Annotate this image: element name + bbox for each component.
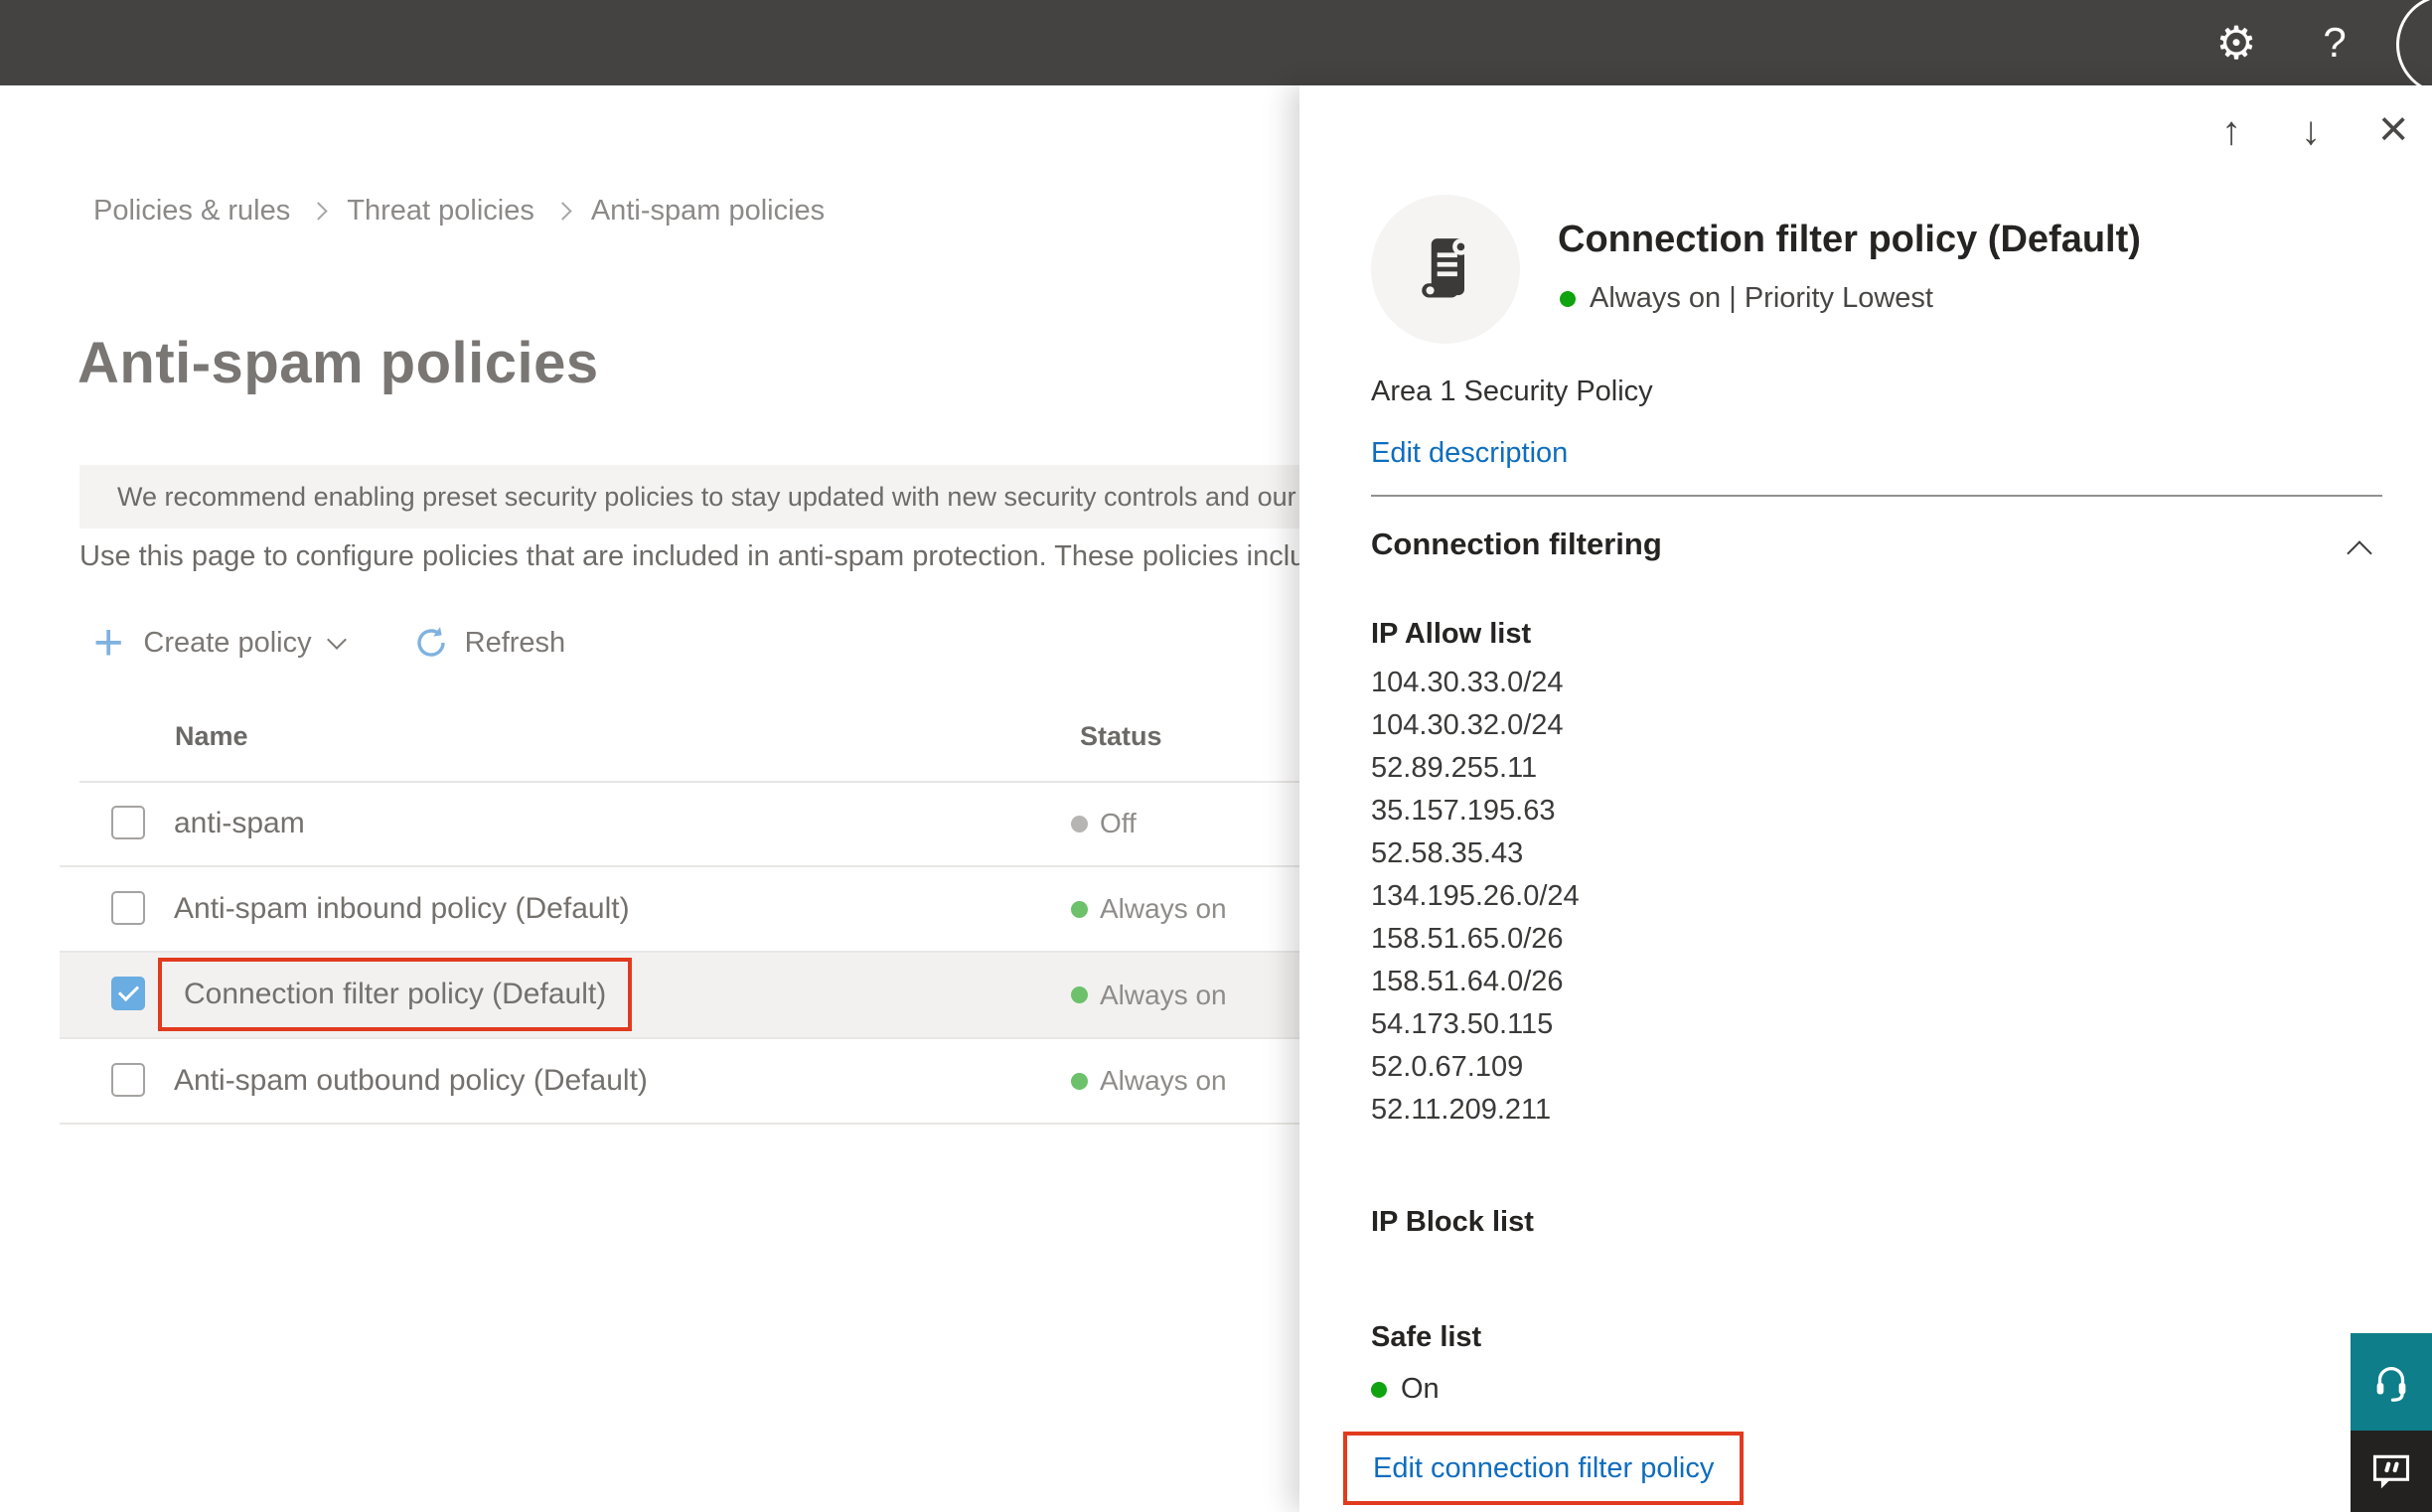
edit-description-link[interactable]: Edit description [1371, 437, 1568, 470]
table-row[interactable]: anti-spam Off [60, 782, 1299, 867]
ip-entry: 104.30.33.0/24 [1371, 667, 1564, 698]
ip-entry: 52.11.209.211 [1371, 1094, 1552, 1126]
chevron-right-icon [553, 202, 572, 221]
top-bar: ⚙ ? M [0, 0, 2432, 95]
policy-name[interactable]: Anti-spam outbound policy (Default) [174, 1039, 648, 1123]
help-icon[interactable]: ? [2305, 0, 2364, 85]
ip-block-list-heading: IP Block list [1371, 1206, 1534, 1238]
panel-status-line: Always on | Priority Lowest [1560, 282, 1933, 315]
ip-entry: 35.157.195.63 [1371, 795, 1556, 827]
refresh-button[interactable]: Refresh [344, 625, 565, 661]
feedback-button[interactable] [2351, 1431, 2432, 1512]
status-dot-on [1071, 900, 1088, 918]
settings-gear-icon[interactable]: ⚙ [2204, 0, 2269, 85]
connection-filtering-section-header[interactable]: Connection filtering [1371, 527, 1662, 562]
panel-title: Connection filter policy (Default) [1558, 219, 2141, 260]
safe-list-heading: Safe list [1371, 1321, 1482, 1353]
plus-icon: + [93, 614, 124, 672]
page-description: Use this page to configure policies that… [79, 540, 1299, 572]
row-checkbox[interactable] [111, 891, 145, 925]
ip-entry: 104.30.32.0/24 [1371, 709, 1564, 741]
ip-entry: 54.173.50.115 [1371, 1008, 1554, 1040]
ip-entry: 52.58.35.43 [1371, 837, 1524, 869]
table-row[interactable]: Anti-spam outbound policy (Default) Alwa… [60, 1039, 1299, 1125]
status-cell: Always on [1071, 953, 1227, 1037]
breadcrumb-policies-rules[interactable]: Policies & rules [93, 195, 290, 227]
status-dot-off [1071, 815, 1088, 832]
list-toolbar: + Create policy Refresh [93, 614, 565, 672]
status-dot-on [1071, 1072, 1088, 1090]
ip-entry: 134.195.26.0/24 [1371, 880, 1580, 912]
ip-entry: 52.0.67.109 [1371, 1051, 1524, 1083]
create-policy-button[interactable]: + Create policy [93, 614, 347, 672]
table-row[interactable]: Anti-spam inbound policy (Default) Alway… [60, 867, 1299, 953]
recommendation-banner: We recommend enabling preset security po… [79, 465, 1299, 529]
policy-name[interactable]: anti-spam [174, 782, 305, 865]
breadcrumb-threat-policies[interactable]: Threat policies [347, 195, 534, 227]
previous-item-arrow-icon[interactable]: ↑ [2221, 111, 2241, 151]
row-checkbox[interactable] [111, 806, 145, 839]
ip-entry: 158.51.64.0/26 [1371, 966, 1564, 997]
policy-details-flyout: ↑ ↓ × Connection filter policy (Default)… [1299, 85, 2432, 1512]
edit-connection-filter-policy-link[interactable]: Edit connection filter policy [1373, 1452, 1714, 1485]
panel-description: Area 1 Security Policy [1371, 376, 1653, 407]
safe-list-status: On [1371, 1373, 1440, 1406]
status-cell: Always on [1071, 867, 1227, 951]
security-admin-center-screen: ⚙ ? M Policies & rules Threat policies A… [0, 0, 2432, 1512]
next-item-arrow-icon[interactable]: ↓ [2301, 111, 2321, 151]
breadcrumb: Policies & rules Threat policies Anti-sp… [93, 195, 825, 227]
breadcrumb-anti-spam-policies: Anti-spam policies [590, 195, 826, 227]
close-icon[interactable]: × [2378, 103, 2408, 155]
row-checkbox[interactable] [111, 1063, 145, 1097]
refresh-icon [416, 627, 445, 657]
feedback-bubble-icon [2372, 1454, 2410, 1489]
divider [1371, 495, 2382, 497]
ip-entry: 158.51.65.0/26 [1371, 923, 1564, 955]
policy-name[interactable]: Connection filter policy (Default) [184, 978, 606, 1011]
chevron-up-icon[interactable] [2347, 540, 2372, 566]
status-dot-on [1071, 986, 1088, 1003]
ip-allow-list-heading: IP Allow list [1371, 618, 1532, 650]
status-cell: Off [1071, 782, 1137, 865]
ip-entry: 52.89.255.11 [1371, 752, 1538, 784]
chevron-right-icon [309, 202, 328, 221]
status-cell: Always on [1071, 1039, 1227, 1123]
annotation-red-box: Connection filter policy (Default) [158, 958, 633, 1031]
row-checkbox-checked[interactable] [111, 977, 145, 1010]
scroll-policy-icon [1422, 238, 1469, 298]
policy-name[interactable]: Anti-spam inbound policy (Default) [174, 867, 630, 951]
table-row-selected[interactable]: Connection filter policy (Default) Alway… [60, 953, 1299, 1039]
annotation-red-box: Edit connection filter policy [1343, 1432, 1745, 1505]
account-avatar[interactable]: M [2396, 0, 2432, 95]
page-title: Anti-spam policies [77, 331, 599, 395]
status-dot-on [1371, 1381, 1387, 1398]
policy-scroll-avatar [1371, 195, 1520, 344]
status-dot-on [1560, 290, 1576, 307]
column-header-status[interactable]: Status [1080, 721, 1162, 752]
ip-allow-list: 104.30.33.0/24 104.30.32.0/24 52.89.255.… [1371, 662, 1580, 1132]
support-button[interactable] [2351, 1333, 2432, 1431]
column-header-name[interactable]: Name [175, 721, 248, 752]
banner-text: We recommend enabling preset security po… [117, 481, 1299, 512]
headset-icon [2376, 1367, 2406, 1402]
